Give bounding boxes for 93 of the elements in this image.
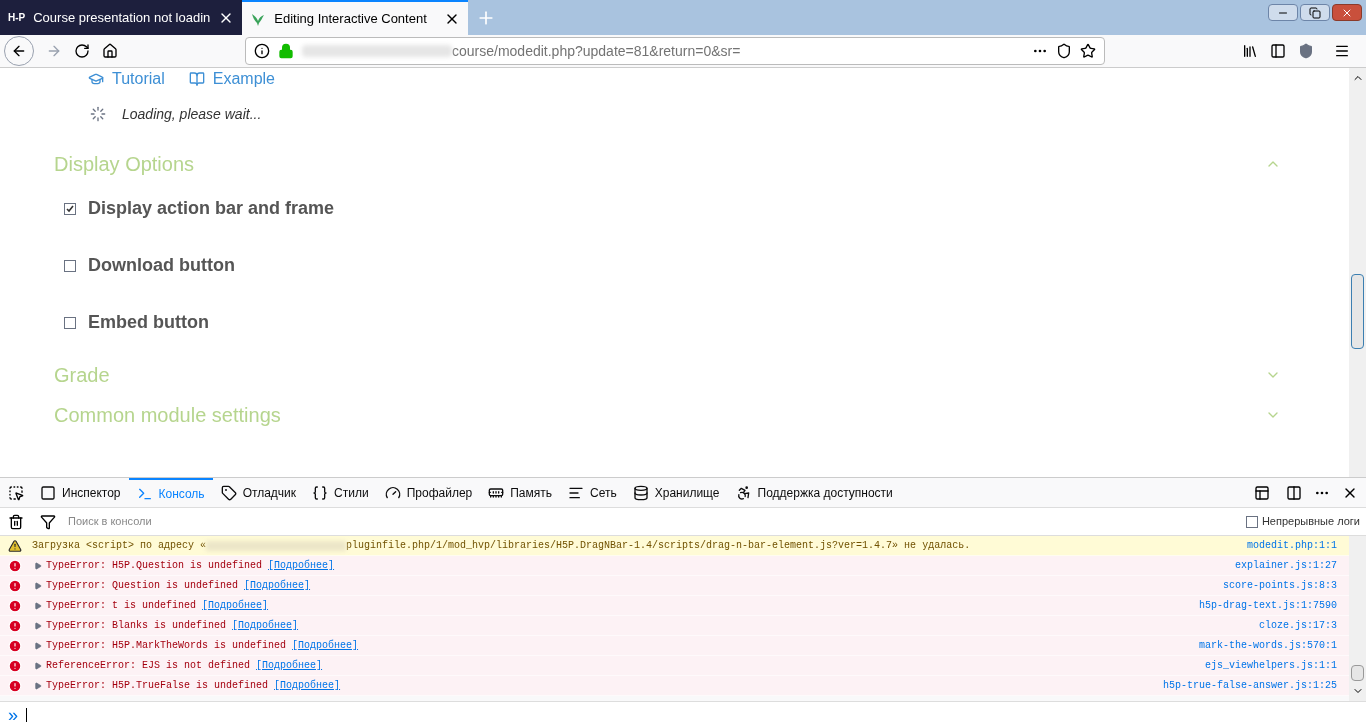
browser-tab[interactable]: Editing Interactive Content <box>242 0 469 35</box>
devtools-tab[interactable]: Поддержка доступности <box>727 478 901 507</box>
scrollbar[interactable] <box>1349 68 1366 477</box>
expand-icon[interactable] <box>34 681 42 690</box>
message-text: Загрузка <script> по адресу « <box>32 539 207 553</box>
message-text: TypeError: H5P.MarkTheWords is undefined <box>46 639 287 653</box>
tab-favicon: H-P <box>8 11 26 25</box>
source-link[interactable]: modedit.php:1:1 <box>1247 538 1337 553</box>
scrollbar[interactable] <box>1349 536 1366 701</box>
gauge-icon <box>384 484 401 501</box>
database-icon <box>632 484 649 501</box>
filter-icon[interactable] <box>40 513 56 530</box>
checkbox[interactable] <box>64 202 76 215</box>
restore-icon <box>1309 6 1321 19</box>
warning-icon <box>8 538 22 553</box>
trash-icon[interactable] <box>8 513 24 530</box>
reload-icon[interactable] <box>74 43 90 59</box>
expand-icon[interactable] <box>34 661 42 670</box>
message-text: TypeError: t is undefined <box>46 599 197 613</box>
figure-icon <box>735 484 752 501</box>
menu-icon[interactable] <box>1334 43 1350 59</box>
expand-icon[interactable] <box>34 581 42 590</box>
more-link[interactable]: [Подробнее] <box>232 618 299 633</box>
tab-title: Editing Interactive Content <box>274 9 428 28</box>
devtools-tab[interactable]: Инспектор <box>32 478 129 507</box>
minimize-button[interactable] <box>1268 4 1298 21</box>
picker-icon[interactable] <box>8 484 24 501</box>
url-text: course/modedit.php?update=81&return=0&sr= <box>452 41 742 61</box>
source-link[interactable]: mark-the-words.js:570:1 <box>1198 638 1337 653</box>
devtools-tab[interactable]: Профайлер <box>376 478 481 507</box>
filter-bar[interactable]: Поиск в консоли Непрерывные логи <box>0 508 1366 536</box>
message-text: TypeError: H5P.TrueFalse is undefined <box>46 679 269 693</box>
persist-label: Непрерывные логи <box>1261 514 1360 530</box>
info-icon[interactable] <box>254 43 270 59</box>
source-link[interactable]: h5p-true-false-answer.js:1:25 <box>1162 678 1337 693</box>
layout-icon[interactable] <box>1254 484 1270 501</box>
devtools-tab[interactable]: Сеть <box>560 478 625 507</box>
more-link[interactable]: [Подробнее] <box>244 578 311 593</box>
more-link[interactable]: [Подробнее] <box>292 638 359 653</box>
address-field[interactable]: course/modedit.php?update=81&return=0&sr= <box>245 37 1105 65</box>
devtools-tab[interactable]: Отладчик <box>212 478 305 507</box>
more-link[interactable]: [Подробнее] <box>268 558 335 573</box>
source-link[interactable]: cloze.js:17:3 <box>1259 618 1337 633</box>
expand-icon[interactable] <box>34 621 42 630</box>
message-text: TypeError: Question is undefined <box>46 579 239 593</box>
spinner-icon <box>90 106 106 122</box>
square-icon <box>40 484 56 501</box>
star-icon[interactable] <box>1080 43 1096 59</box>
sidebar-icon[interactable] <box>1270 43 1286 59</box>
loading-text: Loading, please wait... <box>122 104 262 124</box>
devtools-tab[interactable]: Память <box>480 478 561 507</box>
home-icon[interactable] <box>102 43 118 59</box>
message-text: TypeError: H5P.Question is undefined <box>46 559 263 573</box>
prompt-icon: » <box>8 706 18 724</box>
shield-icon[interactable] <box>1298 43 1314 59</box>
message-text: TypeError: Blanks is undefined <box>46 619 227 633</box>
scroll-thumb[interactable] <box>1351 274 1364 349</box>
devtools-tab[interactable]: Стили <box>304 478 377 507</box>
back-icon <box>11 43 27 59</box>
devtools-tab[interactable]: Хранилище <box>624 478 728 507</box>
checkbox[interactable] <box>64 316 76 329</box>
message-text: ReferenceError: EJS is not defined <box>46 659 251 673</box>
source-link[interactable]: score-points.js:8:3 <box>1222 578 1337 593</box>
checkbox[interactable] <box>64 259 76 272</box>
expand-icon[interactable] <box>34 601 42 610</box>
more-link[interactable]: [Подробнее] <box>202 598 269 613</box>
source-link[interactable]: ejs_viewhelpers.js:1:1 <box>1204 658 1337 673</box>
option-label: Display action bar and frame <box>88 197 335 220</box>
braces-icon <box>312 484 329 501</box>
lock-icon <box>278 43 294 59</box>
expand-icon[interactable] <box>34 641 42 650</box>
more-link[interactable]: [Подробнее] <box>256 658 323 673</box>
tab-title: Course presentation not loadin <box>33 8 211 27</box>
library-icon[interactable] <box>1242 43 1258 59</box>
cap-icon <box>88 71 104 87</box>
restore-button[interactable] <box>1300 4 1330 21</box>
tag-icon <box>220 484 237 501</box>
help-link[interactable]: Example <box>212 71 275 87</box>
scroll-thumb[interactable] <box>1351 665 1364 681</box>
source-link[interactable]: h5p-drag-text.js:1:7590 <box>1198 598 1337 613</box>
expand-icon[interactable] <box>34 561 42 570</box>
option-label: Download button <box>88 254 235 277</box>
dock-icon[interactable] <box>1286 484 1302 501</box>
message-text: pluginfile.php/1/mod_hvp/libraries/H5P.DragNBar-1.4/scripts/drag-n-bar-element.js?ver=1.4.7» не удалась. <box>346 539 971 553</box>
close-window-button[interactable] <box>1332 4 1362 21</box>
persist-checkbox[interactable] <box>1245 515 1258 528</box>
browser-tab[interactable]: H-P Course presentation not loadin <box>0 0 243 35</box>
option-label: Embed button <box>88 311 209 334</box>
more-link[interactable]: [Подробнее] <box>274 678 341 693</box>
help-link[interactable]: Tutorial <box>112 71 165 87</box>
filter-field[interactable]: Поиск в консоли <box>68 513 1246 530</box>
book-icon <box>188 71 205 87</box>
source-link[interactable]: explainer.js:1:27 <box>1234 558 1337 573</box>
